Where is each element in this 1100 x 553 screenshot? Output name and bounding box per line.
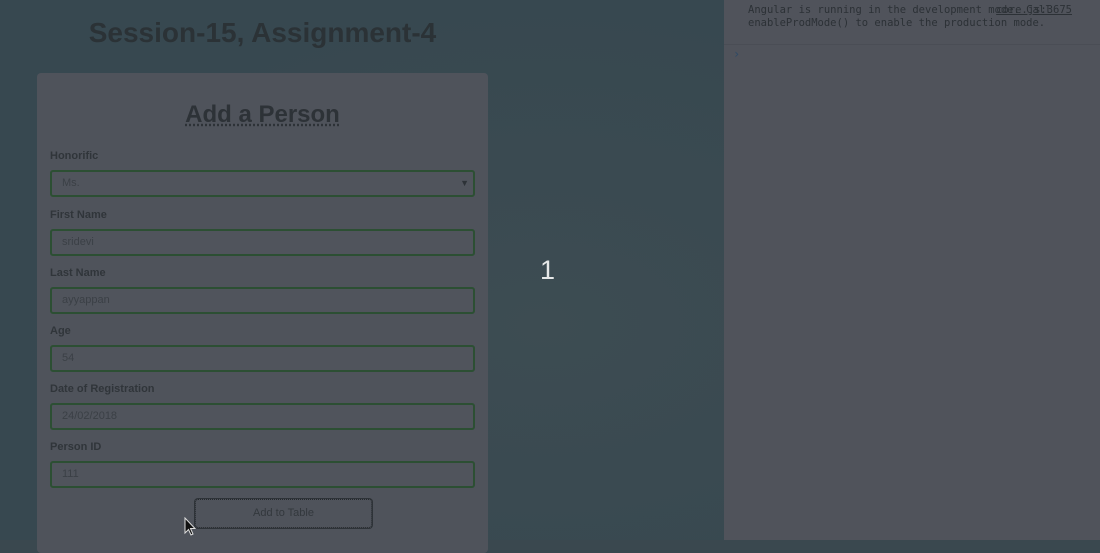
honorific-select[interactable]: Ms. ▼ xyxy=(50,170,475,197)
form-title: Add a Person xyxy=(185,101,340,128)
console-source-link[interactable]: core.js:3675 xyxy=(996,4,1072,16)
devtools-console: Angular is running in the development mo… xyxy=(724,0,1100,540)
add-to-table-button[interactable]: Add to Table xyxy=(195,499,372,528)
person-id-field: Person ID 111 xyxy=(50,441,475,488)
page-title: Session-15, Assignment-4 xyxy=(88,17,437,48)
age-label: Age xyxy=(50,325,71,337)
add-person-form: Add a Person Honorific Ms. ▼ First Name … xyxy=(37,73,488,553)
age-input[interactable]: 54 xyxy=(50,345,475,372)
last-name-label: Last Name xyxy=(50,267,106,279)
person-count: 1 xyxy=(540,255,556,285)
first-name-input[interactable]: sridevi xyxy=(50,229,475,256)
divider xyxy=(724,44,1100,45)
chevron-down-icon: ▼ xyxy=(460,178,469,188)
first-name-field: First Name sridevi xyxy=(50,209,475,256)
honorific-field: Honorific Ms. ▼ xyxy=(50,150,475,197)
person-id-input[interactable]: 111 xyxy=(50,461,475,488)
first-name-label: First Name xyxy=(50,209,107,221)
mouse-cursor-icon xyxy=(184,517,196,536)
date-input[interactable]: 24/02/2018 xyxy=(50,403,475,430)
honorific-value: Ms. xyxy=(62,177,80,189)
last-name-input[interactable]: ayyappan xyxy=(50,287,475,314)
person-id-label: Person ID xyxy=(50,441,102,453)
last-name-field: Last Name ayyappan xyxy=(50,267,475,314)
console-prompt-icon[interactable]: › xyxy=(733,47,740,61)
date-label: Date of Registration xyxy=(50,383,155,395)
honorific-label: Honorific xyxy=(50,150,99,162)
date-field: Date of Registration 24/02/2018 xyxy=(50,383,475,430)
app-viewport: Session-15, Assignment-4 Add a Person Ho… xyxy=(0,0,724,553)
age-field: Age 54 xyxy=(50,325,475,372)
